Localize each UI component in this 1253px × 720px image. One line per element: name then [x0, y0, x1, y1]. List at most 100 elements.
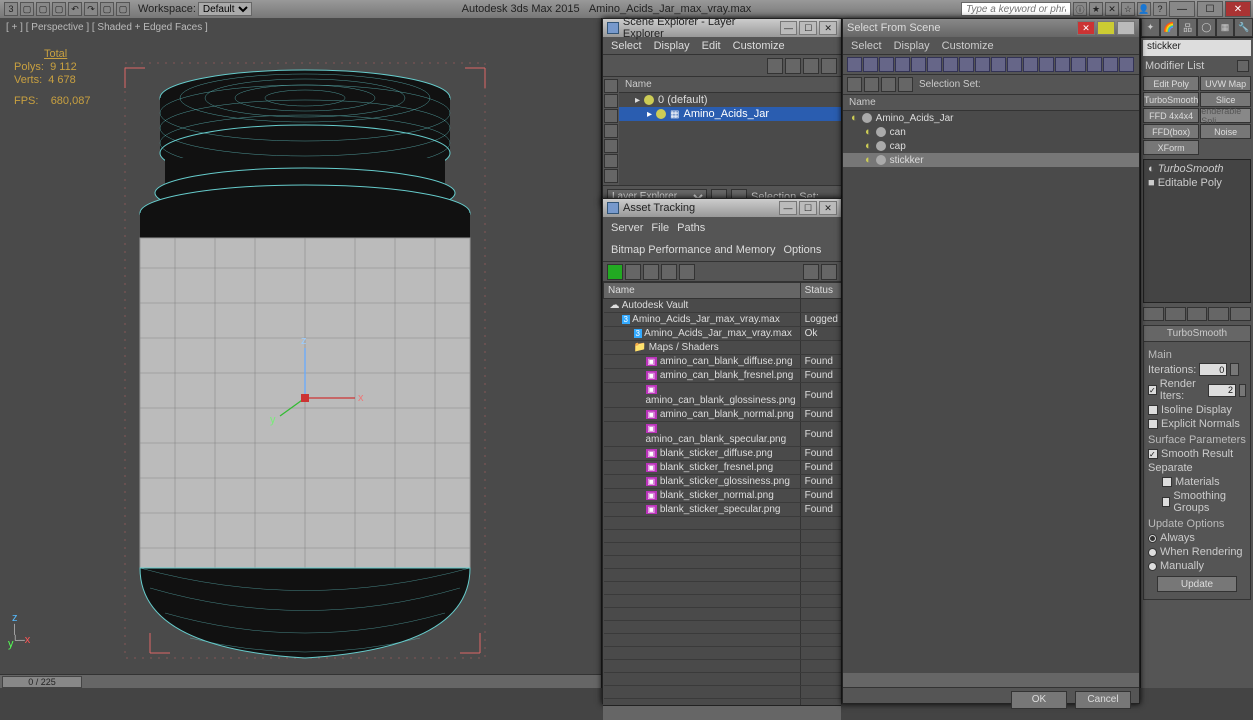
sfs-tb-sort-icon[interactable]	[881, 77, 896, 92]
asset-row[interactable]: ▣ amino_can_blank_normal.pngFound	[604, 408, 842, 422]
cancel-button[interactable]: Cancel	[1075, 691, 1131, 709]
menu-server[interactable]: Server	[611, 221, 643, 235]
tab-utilities-icon[interactable]: 🔧	[1234, 18, 1253, 37]
col-status[interactable]: Status	[800, 283, 841, 299]
asset-row[interactable]: ▣ blank_sticker_fresnel.pngFound	[604, 461, 842, 475]
sfs-filter-shape-icon[interactable]	[911, 57, 926, 72]
signin-icon[interactable]: 👤	[1137, 2, 1151, 16]
asset-row[interactable]: ▣ amino_can_blank_glossiness.pngFound	[604, 383, 842, 408]
update-always-radio[interactable]	[1148, 534, 1157, 543]
at-tool5-icon[interactable]	[679, 264, 695, 280]
help-icon[interactable]: ?	[1153, 2, 1167, 16]
tree-header-name[interactable]: Name	[619, 77, 841, 93]
sfs-row[interactable]: ◐ stickker	[843, 153, 1139, 167]
menu-options[interactable]: Options	[783, 243, 821, 257]
sfs-filter-all-icon[interactable]	[847, 57, 862, 72]
rollout-title[interactable]: TurboSmooth	[1144, 326, 1250, 342]
help-search-input[interactable]	[961, 2, 1071, 16]
se-filter-helper-icon[interactable]	[604, 139, 618, 153]
scene-explorer-tree[interactable]: Name ▸ 0 (default) ▸ ▦ Amino_Acids_Jar	[619, 77, 841, 185]
scene-explorer-close-button[interactable]: ✕	[819, 21, 837, 35]
qat-link-icon[interactable]: ▢	[100, 2, 114, 16]
sfs-filter-geom-icon[interactable]	[895, 57, 910, 72]
sfs-filter-etc3-icon[interactable]	[1119, 57, 1134, 72]
asset-row[interactable]: ☁ Autodesk Vault	[604, 299, 842, 313]
isoline-checkbox[interactable]	[1148, 405, 1158, 415]
render-iters-spinner[interactable]	[1239, 384, 1246, 397]
asset-tracking-min-button[interactable]: —	[779, 201, 797, 215]
configure-sets-icon[interactable]	[1230, 307, 1251, 321]
asset-tracking-close-button[interactable]: ✕	[819, 201, 837, 215]
smooth-result-checkbox[interactable]	[1148, 449, 1158, 459]
sfs-menu-customize[interactable]: Customize	[942, 40, 994, 52]
sfs-opt-icon[interactable]	[1117, 21, 1135, 35]
mod-xform-button[interactable]: XForm	[1143, 140, 1199, 155]
menu-file[interactable]: File	[651, 221, 669, 235]
menu-edit[interactable]: Edit	[702, 40, 721, 52]
se-search-icon[interactable]	[767, 58, 783, 74]
layer-default[interactable]: ▸ 0 (default)	[619, 93, 841, 107]
asset-row[interactable]: ▣ blank_sticker_specular.pngFound	[604, 503, 842, 517]
tab-modify-icon[interactable]: 🌈	[1160, 18, 1179, 37]
menu-display[interactable]: Display	[654, 40, 690, 52]
se-filter-space-icon[interactable]	[604, 154, 618, 168]
sfs-tb-layer-icon[interactable]	[898, 77, 913, 92]
asset-row[interactable]: 📁 Maps / Shaders	[604, 341, 842, 355]
smoothing-groups-checkbox[interactable]	[1162, 497, 1170, 507]
update-button[interactable]: Update	[1157, 576, 1237, 592]
close-button[interactable]: ✕	[1225, 1, 1251, 17]
asset-row[interactable]: ▣ amino_can_blank_fresnel.pngFound	[604, 369, 842, 383]
menu-select[interactable]: Select	[611, 40, 642, 52]
scene-explorer-titlebar[interactable]: Scene Explorer - Layer Explorer — ☐ ✕	[603, 19, 841, 37]
qat-redo-icon[interactable]: ↷	[84, 2, 98, 16]
mod-rendspline-button[interactable]: enderable Spli	[1200, 108, 1251, 123]
asset-row[interactable]: ▣ amino_can_blank_diffuse.pngFound	[604, 355, 842, 369]
mod-editpoly-button[interactable]: Edit Poly	[1143, 76, 1199, 91]
infocenter-icon[interactable]: ⓘ	[1073, 2, 1087, 16]
mod-uvwmap-button[interactable]: UVW Map	[1200, 76, 1251, 91]
qat-proj-icon[interactable]: ▢	[116, 2, 130, 16]
qat-new-icon[interactable]: ▢	[20, 2, 34, 16]
sfs-filter-light-icon[interactable]	[927, 57, 942, 72]
sfs-titlebar[interactable]: Select From Scene ✕	[843, 19, 1139, 37]
se-view-icon[interactable]	[803, 58, 819, 74]
sfs-menu-select[interactable]: Select	[851, 40, 882, 52]
sfs-row[interactable]: ◐ cap	[843, 139, 1139, 153]
subscription-icon[interactable]: ★	[1089, 2, 1103, 16]
asset-tracking-titlebar[interactable]: Asset Tracking — ☐ ✕	[603, 199, 841, 217]
tab-create-icon[interactable]: ✦	[1141, 18, 1160, 37]
render-iters-input[interactable]	[1208, 384, 1236, 397]
sfs-filter-frozen-icon[interactable]	[1055, 57, 1070, 72]
sfs-filter-etc1-icon[interactable]	[1087, 57, 1102, 72]
iterations-spinner[interactable]	[1230, 363, 1239, 376]
sfs-close-button[interactable]: ✕	[1077, 21, 1095, 35]
at-tool3-icon[interactable]	[643, 264, 659, 280]
sfs-filter-cam-icon[interactable]	[943, 57, 958, 72]
ok-button[interactable]: OK	[1011, 691, 1067, 709]
asset-row[interactable]: ▣ amino_can_blank_specular.pngFound	[604, 422, 842, 447]
se-filter-light-icon[interactable]	[604, 109, 618, 123]
menu-bitmap[interactable]: Bitmap Performance and Memory	[611, 243, 775, 257]
maximize-button[interactable]: ☐	[1197, 1, 1223, 17]
workspace-select[interactable]: Default	[198, 2, 252, 16]
sfs-pin-icon[interactable]	[1097, 21, 1115, 35]
time-slider-handle[interactable]: 0 / 225	[2, 676, 82, 688]
menu-paths[interactable]: Paths	[677, 221, 705, 235]
tab-display-icon[interactable]: ▦	[1216, 18, 1235, 37]
time-slider[interactable]: 0 / 225	[0, 674, 601, 688]
tab-motion-icon[interactable]: ◯	[1197, 18, 1216, 37]
sfs-filter-helper-icon[interactable]	[959, 57, 974, 72]
materials-checkbox[interactable]	[1162, 477, 1172, 487]
asset-tracking-max-button[interactable]: ☐	[799, 201, 817, 215]
sfs-hscroll[interactable]	[843, 673, 1139, 687]
explicit-normals-checkbox[interactable]	[1148, 419, 1158, 429]
se-filter-geom-icon[interactable]	[604, 79, 618, 93]
qat-undo-icon[interactable]: ↶	[68, 2, 82, 16]
sfs-filter-bone-icon[interactable]	[1023, 57, 1038, 72]
update-when-rendering-radio[interactable]	[1148, 548, 1157, 557]
viewport-perspective[interactable]: [ + ] [ Perspective ] [ Shaded + Edged F…	[0, 18, 602, 688]
se-filter-bone-icon[interactable]	[604, 169, 618, 183]
pin-stack-icon[interactable]	[1143, 307, 1164, 321]
at-tool2-icon[interactable]	[625, 264, 641, 280]
render-iters-checkbox[interactable]	[1148, 385, 1157, 395]
